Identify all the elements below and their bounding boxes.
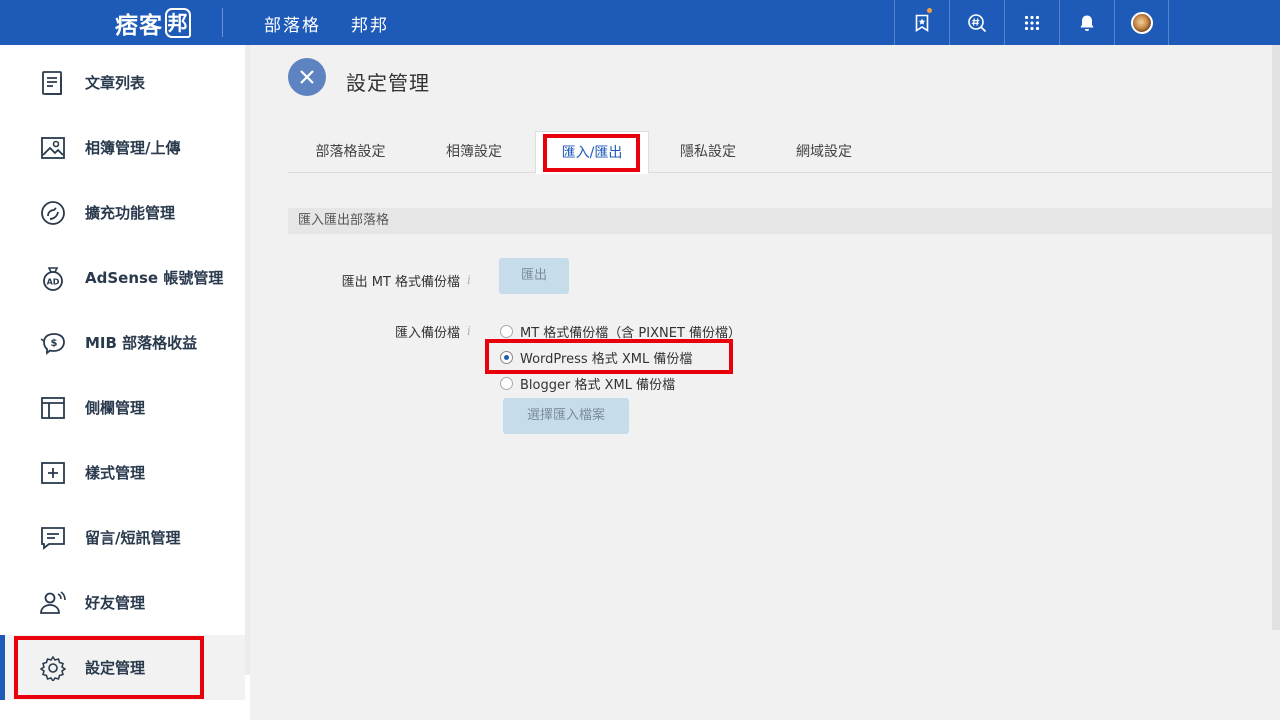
page-title: 設定管理 bbox=[346, 71, 430, 95]
tab-blog-settings[interactable]: 部落格設定 bbox=[288, 131, 413, 173]
sidebar-item-label: 留言/短訊管理 bbox=[85, 529, 181, 547]
tab-privacy-settings[interactable]: 隱私設定 bbox=[649, 131, 767, 173]
sidebar-item-mib[interactable]: $ MIB 部落格收益 bbox=[0, 310, 245, 375]
sidebar-item-label: 擴充功能管理 bbox=[85, 204, 176, 222]
sidebar-item-messages[interactable]: 留言/短訊管理 bbox=[0, 505, 245, 570]
sidebar-item-label: 好友管理 bbox=[85, 594, 146, 612]
sidebar-item-label: 樣式管理 bbox=[85, 464, 146, 482]
nav-bangbang[interactable]: 邦邦 bbox=[351, 11, 389, 36]
message-icon bbox=[38, 523, 68, 553]
sidebar-item-articles[interactable]: 文章列表 bbox=[0, 50, 245, 115]
bookmark-star-icon[interactable] bbox=[894, 0, 949, 45]
sidebar-item-adsense[interactable]: AD AdSense 帳號管理 bbox=[0, 245, 245, 310]
sidebar-item-styles[interactable]: 樣式管理 bbox=[0, 440, 245, 505]
pixnet-logo[interactable]: 痞客 邦 bbox=[115, 6, 191, 40]
top-nav: 部落格 邦邦 bbox=[264, 11, 389, 36]
radio-label: Blogger 格式 XML 備份檔 bbox=[520, 378, 676, 393]
sidebar-item-extensions[interactable]: 擴充功能管理 bbox=[0, 180, 245, 245]
info-icon[interactable]: i bbox=[467, 324, 471, 338]
sidebar-item-label: AdSense 帳號管理 bbox=[85, 269, 224, 287]
highlight-box-wordpress-option bbox=[485, 339, 733, 374]
export-button[interactable]: 匯出 bbox=[499, 258, 569, 294]
svg-text:$: $ bbox=[51, 338, 58, 349]
hashtag-search-icon[interactable] bbox=[949, 0, 1004, 45]
close-button[interactable] bbox=[288, 58, 326, 96]
top-icon-group bbox=[894, 0, 1169, 45]
highlight-box-settings bbox=[14, 636, 204, 699]
sidebar-item-label: 相簿管理/上傳 bbox=[85, 139, 181, 157]
avatar bbox=[1130, 11, 1153, 34]
notification-dot bbox=[927, 8, 932, 13]
sidebar-item-sidebar-layout[interactable]: 側欄管理 bbox=[0, 375, 245, 440]
sidebar-item-friends[interactable]: 好友管理 bbox=[0, 570, 245, 635]
export-label: 匯出 MT 格式備份檔 bbox=[341, 275, 460, 290]
radio-button[interactable] bbox=[500, 377, 513, 390]
top-navigation-bar: 痞客 邦 部落格 邦邦 bbox=[0, 0, 1280, 45]
logo-text: 痞客 bbox=[115, 13, 163, 39]
sidebar-item-label: MIB 部落格收益 bbox=[85, 334, 198, 352]
piggy-bank-icon: $ bbox=[38, 328, 68, 358]
sidebar-item-album[interactable]: 相簿管理/上傳 bbox=[0, 115, 245, 180]
logo-badge: 邦 bbox=[165, 8, 191, 38]
radio-button[interactable] bbox=[500, 325, 513, 338]
extension-icon bbox=[38, 198, 68, 228]
sidebar-layout-icon bbox=[38, 393, 68, 423]
scrollbar[interactable] bbox=[1272, 45, 1280, 630]
section-header: 匯入匯出部落格 bbox=[288, 208, 1280, 234]
main-content: 設定管理 部落格設定 相簿設定 匯入/匯出 隱私設定 網域設定 匯入匯出部落格 … bbox=[250, 45, 1280, 720]
nav-blog[interactable]: 部落格 bbox=[264, 11, 321, 36]
svg-text:AD: AD bbox=[47, 277, 60, 286]
sidebar-item-label: 側欄管理 bbox=[85, 399, 146, 417]
style-plus-icon bbox=[38, 458, 68, 488]
user-avatar-button[interactable] bbox=[1114, 0, 1169, 45]
friends-icon bbox=[38, 588, 68, 618]
bell-icon[interactable] bbox=[1059, 0, 1114, 45]
photo-album-icon bbox=[38, 133, 68, 163]
highlight-box-import-export-tab bbox=[543, 134, 640, 172]
import-label: 匯入備份檔 bbox=[394, 326, 460, 341]
tab-domain-settings[interactable]: 網域設定 bbox=[767, 131, 881, 173]
radio-option-blogger[interactable]: Blogger 格式 XML 備份檔 bbox=[500, 374, 675, 393]
settings-tabs: 部落格設定 相簿設定 匯入/匯出 隱私設定 網域設定 bbox=[288, 131, 1280, 174]
tab-album-settings[interactable]: 相簿設定 bbox=[413, 131, 535, 173]
apps-grid-icon[interactable] bbox=[1004, 0, 1059, 45]
info-icon[interactable]: i bbox=[467, 273, 471, 287]
adsense-bag-icon: AD bbox=[38, 263, 68, 293]
article-list-icon bbox=[38, 68, 68, 98]
close-icon bbox=[300, 70, 314, 84]
choose-import-file-button[interactable]: 選擇匯入檔案 bbox=[503, 398, 629, 434]
divider bbox=[222, 8, 223, 37]
sidebar-item-label: 文章列表 bbox=[85, 74, 146, 92]
